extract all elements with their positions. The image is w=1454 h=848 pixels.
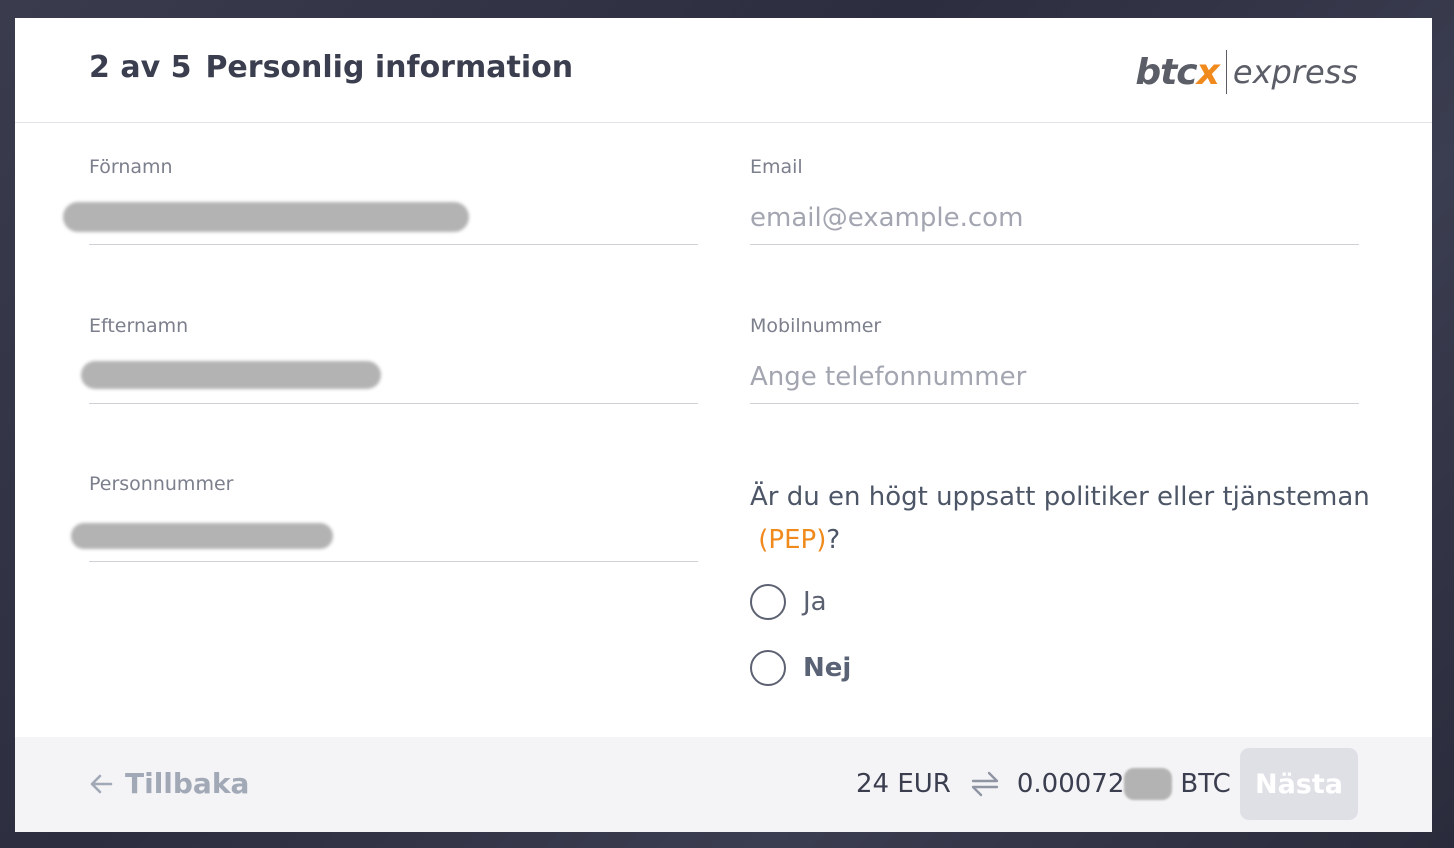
exchange-arrows-icon xyxy=(971,771,999,797)
form-header: 2 av 5 Personlig information btc x express xyxy=(15,18,1432,123)
logo-express-text: express xyxy=(1232,53,1358,91)
no-label: Nej xyxy=(803,653,852,683)
mobile-label: Mobilnummer xyxy=(750,315,882,337)
pep-question-group: Är du en högt uppsatt politiker eller tj… xyxy=(750,476,1370,688)
redacted-last-name xyxy=(81,361,381,389)
pep-question: Är du en högt uppsatt politiker eller tj… xyxy=(750,476,1370,562)
btcx-express-logo: btc x express xyxy=(1135,48,1358,96)
yes-label: Ja xyxy=(803,587,827,617)
arrow-left-icon xyxy=(90,774,113,793)
first-name-group: Förnamn xyxy=(63,156,698,245)
last-name-group: Efternamn xyxy=(81,315,698,404)
exchange-form-card: 2 av 5 Personlig information btc x express… xyxy=(15,18,1432,832)
pep-info-link[interactable]: (PEP) xyxy=(758,525,826,555)
pep-option-yes[interactable]: Ja xyxy=(750,582,1370,622)
title-text: Personlig information xyxy=(205,50,574,85)
mobile-field-wrap xyxy=(750,355,1359,404)
logo-separator xyxy=(1225,50,1227,94)
fiat-amount: 24 EUR xyxy=(856,769,951,799)
first-name-label: Förnamn xyxy=(89,156,173,178)
personal-number-group: Personnummer xyxy=(71,473,698,562)
yes-radio[interactable] xyxy=(750,584,786,620)
logo-btc-text: btc xyxy=(1135,51,1197,93)
logo-x-text: x xyxy=(1196,51,1220,93)
pep-question-text: Är du en högt uppsatt politiker eller tj… xyxy=(750,482,1370,512)
back-label: Tillbaka xyxy=(125,767,250,800)
pep-question-mark: ? xyxy=(826,525,841,555)
last-name-field-wrap xyxy=(81,355,698,404)
btc-unit: BTC xyxy=(1180,769,1231,799)
btc-amount: 0.00072 xyxy=(1016,769,1125,799)
step-indicator: 2 av 5 xyxy=(89,50,192,85)
personal-number-label: Personnummer xyxy=(89,473,234,495)
redacted-btc-digits xyxy=(1124,768,1173,800)
mobile-input[interactable] xyxy=(750,355,1359,399)
back-button[interactable]: Tillbaka xyxy=(89,767,249,800)
no-radio[interactable] xyxy=(750,650,786,686)
email-field-wrap xyxy=(750,196,1359,245)
redacted-personal-number xyxy=(71,523,333,549)
redacted-first-name xyxy=(63,202,469,232)
mobile-group: Mobilnummer xyxy=(750,315,1359,404)
first-name-field-wrap xyxy=(63,196,698,245)
form-footer: Tillbaka 24 EUR 0.00072 BTC Nästa xyxy=(15,737,1432,832)
email-label: Email xyxy=(750,156,803,178)
personal-number-field-wrap xyxy=(71,513,698,562)
last-name-label: Efternamn xyxy=(89,315,189,337)
email-input[interactable] xyxy=(750,196,1359,240)
email-group: Email xyxy=(750,156,1359,245)
page-title: 2 av 5 Personlig information xyxy=(89,50,573,85)
exchange-summary: 24 EUR 0.00072 BTC xyxy=(856,768,1231,800)
next-button[interactable]: Nästa xyxy=(1240,748,1358,820)
pep-option-no[interactable]: Nej xyxy=(750,648,1370,688)
